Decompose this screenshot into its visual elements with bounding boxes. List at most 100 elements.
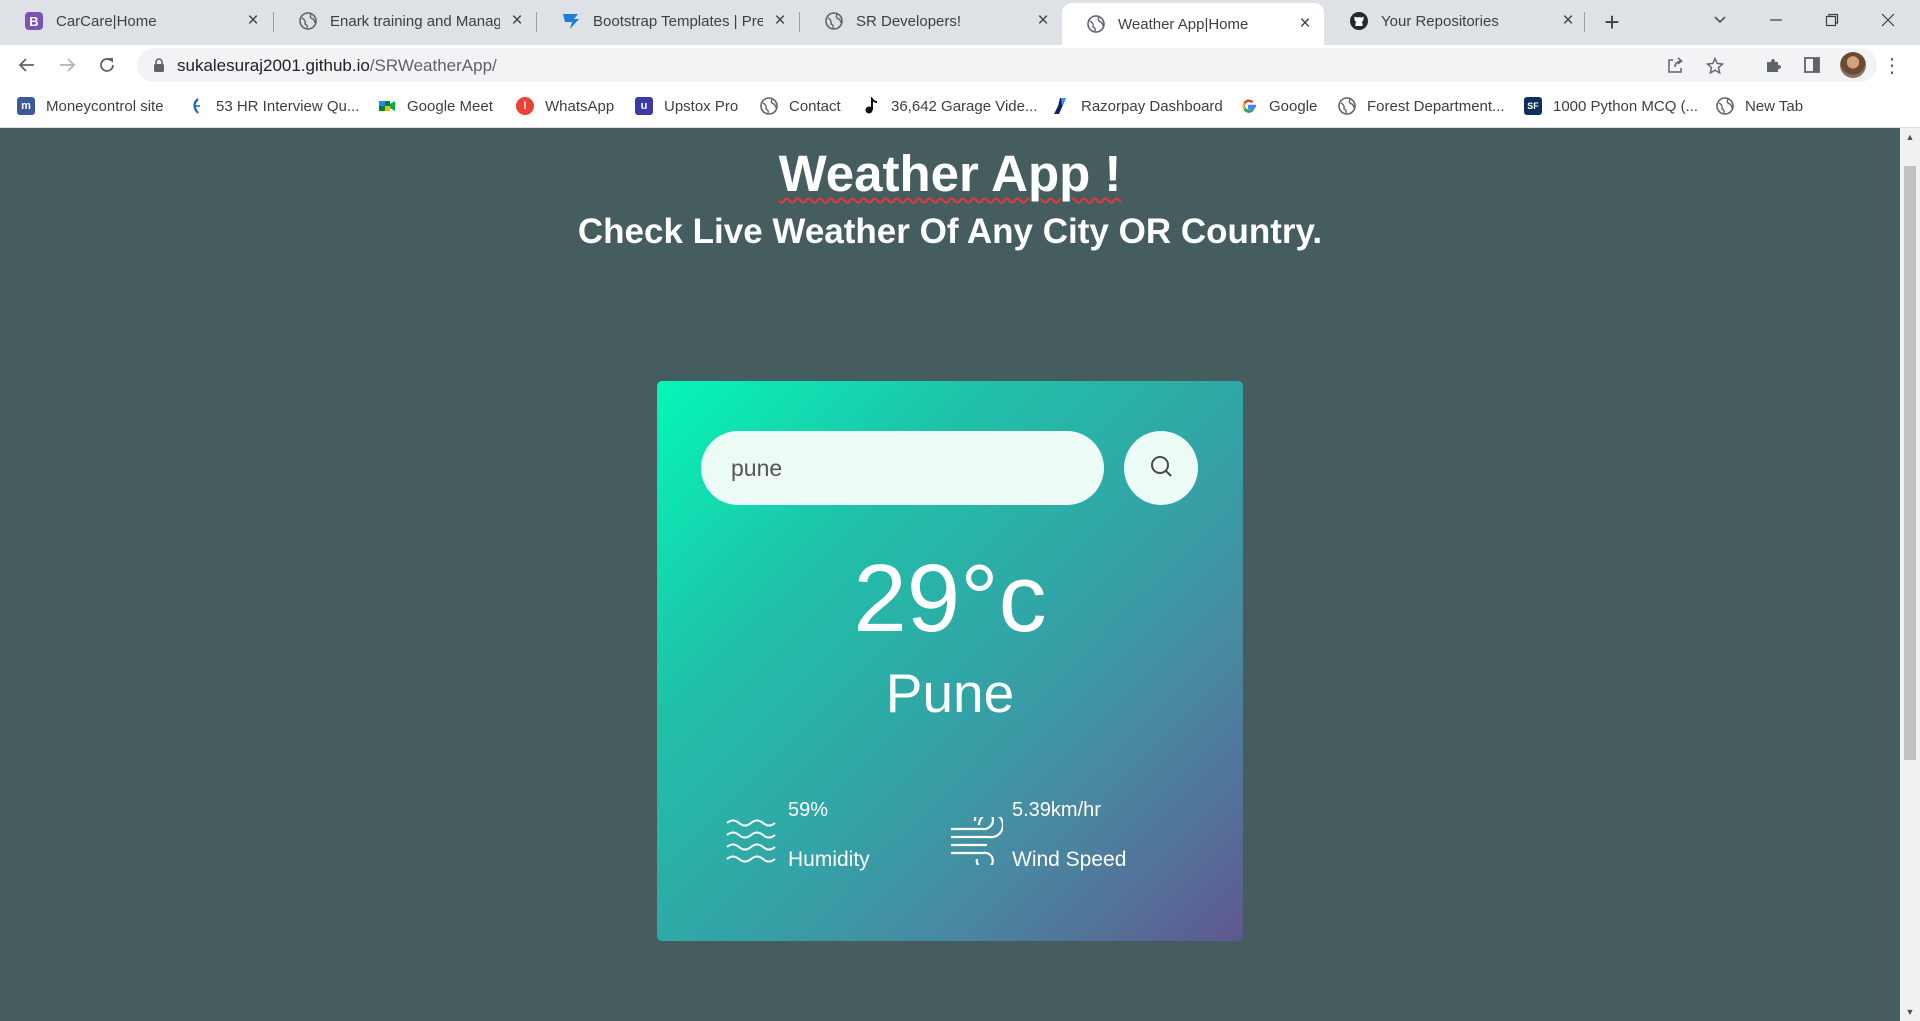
bookmark-google-meet[interactable]: Google Meet bbox=[378, 95, 493, 117]
forward-button[interactable] bbox=[51, 49, 83, 81]
music-note-icon bbox=[862, 97, 880, 115]
close-icon[interactable]: × bbox=[1296, 13, 1314, 34]
bookmark-label: New Tab bbox=[1745, 97, 1804, 115]
globe-icon bbox=[824, 11, 844, 31]
globe-icon bbox=[1716, 97, 1734, 115]
globe-icon bbox=[298, 11, 318, 31]
moneycontrol-icon: m bbox=[17, 97, 35, 115]
url-path: /SRWeatherApp/ bbox=[369, 56, 497, 75]
wind-icon bbox=[949, 809, 1005, 870]
bookmark-forest-department[interactable]: Forest Department... bbox=[1338, 95, 1505, 117]
scroll-up-arrow-icon[interactable]: ▲ bbox=[1900, 128, 1920, 146]
github-icon bbox=[1349, 11, 1369, 31]
tab-bootstrap-templates[interactable]: Bootstrap Templates | Premium × bbox=[537, 0, 799, 42]
bookmark-label: 36,642 Garage Vide... bbox=[891, 97, 1038, 115]
browser-toolbar: sukalesuraj2001.github.io/SRWeatherApp/ … bbox=[0, 45, 1920, 85]
bookmark-label: Contact bbox=[789, 97, 841, 115]
close-icon[interactable]: × bbox=[1559, 10, 1577, 31]
page-scrollbar[interactable]: ▲ ▼ bbox=[1900, 128, 1920, 1021]
bookmark-contact[interactable]: Contact bbox=[760, 95, 841, 117]
minimize-button[interactable] bbox=[1748, 0, 1804, 40]
city-name: Pune bbox=[885, 662, 1015, 724]
tab-title: Weather App|Home bbox=[1118, 15, 1249, 33]
globe-icon bbox=[760, 97, 778, 115]
address-bar[interactable]: sukalesuraj2001.github.io/SRWeatherApp/ bbox=[137, 48, 1877, 82]
bookmark-label: 1000 Python MCQ (... bbox=[1553, 97, 1699, 115]
bookmark-label: 53 HR Interview Qu... bbox=[216, 97, 360, 115]
reload-button[interactable] bbox=[91, 49, 123, 81]
waves-icon bbox=[725, 817, 777, 870]
wind-speed-value: 5.39km/hr bbox=[1012, 799, 1101, 821]
restore-button[interactable] bbox=[1804, 0, 1860, 40]
wind-speed-label: Wind Speed bbox=[1012, 848, 1127, 871]
new-tab-button[interactable]: + bbox=[1598, 7, 1626, 37]
close-icon[interactable]: × bbox=[1034, 10, 1052, 31]
tab-separator bbox=[1584, 12, 1585, 32]
globe-icon bbox=[1086, 14, 1106, 34]
menu-kebab-icon[interactable]: ⋮ bbox=[1882, 53, 1902, 77]
close-icon[interactable]: × bbox=[244, 10, 262, 31]
tab-your-repositories[interactable]: Your Repositories × bbox=[1325, 0, 1587, 42]
k-logo-icon bbox=[187, 97, 205, 115]
page-title: Weather App ! bbox=[0, 144, 1900, 203]
tab-search-chevron-icon[interactable] bbox=[1692, 0, 1748, 40]
bookmark-moneycontrol[interactable]: m Moneycontrol site bbox=[17, 95, 164, 117]
url-host: sukalesuraj2001.github.io bbox=[177, 56, 370, 75]
bookmark-label: Upstox Pro bbox=[664, 97, 739, 115]
svg-text:B: B bbox=[29, 14, 38, 29]
bookmarks-bar: m Moneycontrol site 53 HR Interview Qu..… bbox=[0, 85, 1920, 128]
bookmark-python-mcq[interactable]: SF 1000 Python MCQ (... bbox=[1524, 95, 1698, 117]
razorpay-icon bbox=[1052, 97, 1070, 115]
profile-avatar[interactable] bbox=[1840, 52, 1866, 78]
tab-sr-developers[interactable]: SR Developers! × bbox=[800, 0, 1062, 42]
humidity-value: 59% bbox=[788, 799, 829, 821]
bookmark-garage-videos[interactable]: 36,642 Garage Vide... bbox=[862, 95, 1038, 117]
tab-weather-app[interactable]: Weather App|Home × bbox=[1062, 3, 1324, 45]
humidity-label: Humidity bbox=[788, 848, 870, 871]
extensions-puzzle-icon[interactable] bbox=[1761, 53, 1785, 77]
bootstrapmade-icon bbox=[561, 11, 581, 31]
bookmark-razorpay[interactable]: Razorpay Dashboard bbox=[1052, 95, 1223, 117]
close-icon[interactable]: × bbox=[771, 10, 789, 31]
scroll-down-arrow-icon[interactable]: ▼ bbox=[1900, 1003, 1920, 1021]
tab-title: CarCare|Home bbox=[56, 12, 157, 30]
close-icon[interactable]: × bbox=[508, 10, 526, 31]
url-text[interactable]: sukalesuraj2001.github.io/SRWeatherApp/ bbox=[177, 56, 497, 76]
upstox-icon: u bbox=[635, 97, 653, 115]
sf-icon: SF bbox=[1524, 97, 1542, 115]
bookmark-label: Moneycontrol site bbox=[46, 97, 164, 115]
page-content: Weather App ! Check Live Weather Of Any … bbox=[0, 128, 1900, 1021]
scrollbar-thumb[interactable] bbox=[1904, 166, 1916, 760]
close-window-button[interactable] bbox=[1860, 0, 1916, 40]
tab-title: Enark training and Management bbox=[330, 12, 500, 30]
tab-title: Bootstrap Templates | Premium bbox=[593, 12, 763, 30]
bookmark-new-tab[interactable]: New Tab bbox=[1716, 95, 1803, 117]
page-title-text: Weather App ! bbox=[778, 145, 1122, 202]
page-subtitle: Check Live Weather Of Any City OR Countr… bbox=[577, 212, 1323, 251]
lock-icon[interactable] bbox=[151, 57, 167, 73]
tab-carcare[interactable]: B CarCare|Home × bbox=[0, 0, 272, 42]
bookmark-label: Google Meet bbox=[407, 97, 493, 115]
alert-icon: ! bbox=[516, 97, 534, 115]
side-panel-icon[interactable] bbox=[1800, 53, 1824, 77]
search-button[interactable] bbox=[1124, 431, 1198, 505]
bootstrap-icon: B bbox=[24, 11, 44, 31]
bookmark-label: Google bbox=[1269, 97, 1318, 115]
city-search-input[interactable] bbox=[701, 431, 1104, 505]
bookmark-upstox[interactable]: u Upstox Pro bbox=[635, 95, 738, 117]
share-icon[interactable] bbox=[1663, 54, 1687, 78]
bookmark-label: WhatsApp bbox=[545, 97, 615, 115]
weather-card: 29°c Pune 59% Humidity 5.39km/hr Wind Sp… bbox=[657, 381, 1243, 941]
bookmark-hr-interview[interactable]: 53 HR Interview Qu... bbox=[187, 95, 359, 117]
bookmark-star-icon[interactable] bbox=[1703, 54, 1727, 78]
tab-enark[interactable]: Enark training and Management × bbox=[274, 0, 536, 42]
search-icon bbox=[1149, 454, 1173, 483]
bookmark-google[interactable]: Google bbox=[1240, 95, 1317, 117]
bookmark-label: Razorpay Dashboard bbox=[1081, 97, 1223, 115]
tab-title: SR Developers! bbox=[856, 12, 962, 30]
bookmark-whatsapp[interactable]: ! WhatsApp bbox=[516, 95, 614, 117]
bookmark-label: Forest Department... bbox=[1367, 97, 1505, 115]
google-meet-icon bbox=[378, 97, 396, 115]
tab-strip: B CarCare|Home × Enark training and Mana… bbox=[0, 0, 1920, 45]
back-button[interactable] bbox=[11, 49, 43, 81]
